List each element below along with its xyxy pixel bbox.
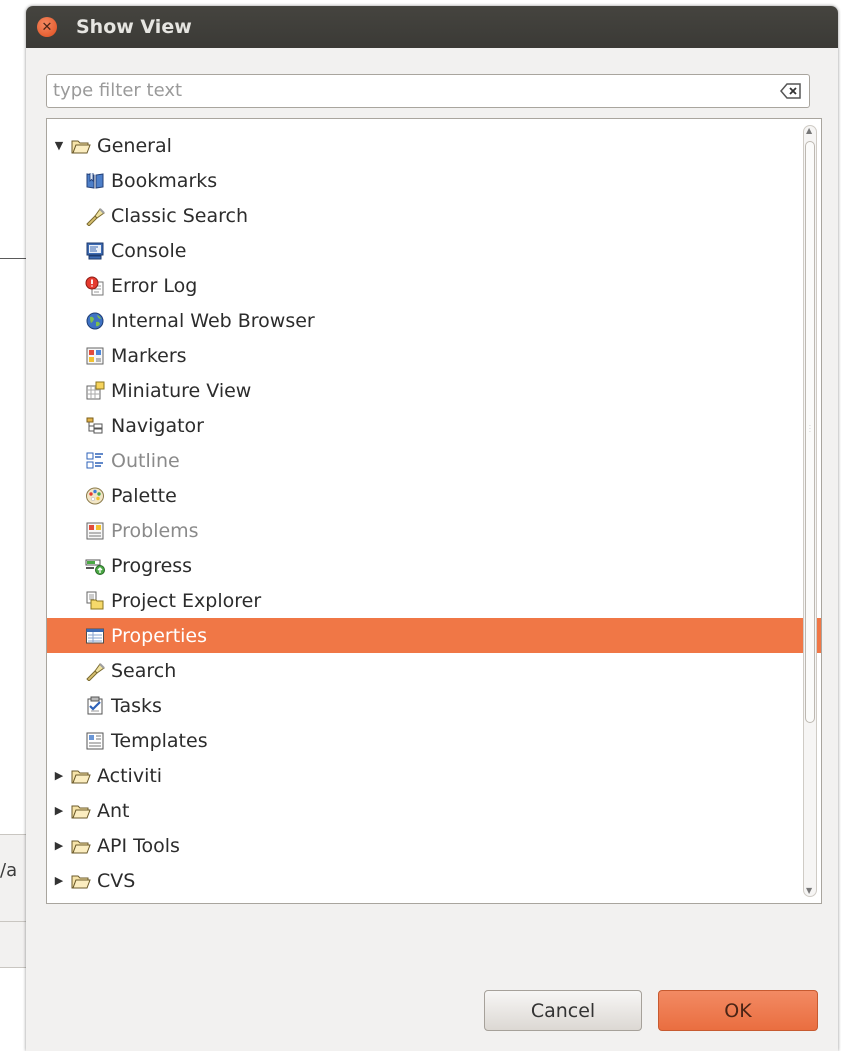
expanded-triangle-icon[interactable]: ▼	[53, 139, 65, 152]
ok-button[interactable]: OK	[658, 990, 818, 1031]
tree-item[interactable]: Internal Web Browser	[47, 303, 821, 338]
tree-item[interactable]: Miniature View	[47, 373, 821, 408]
tree-item[interactable]: Properties	[47, 618, 821, 653]
tree-item-label: Project Explorer	[111, 589, 262, 612]
templates-icon	[85, 731, 105, 751]
tree-scrollbar[interactable]: ▲ · · · ▼	[803, 125, 817, 897]
collapsed-triangle-icon[interactable]: ▶	[53, 874, 65, 887]
title-bar: ✕ Show View	[26, 6, 838, 48]
tree-item[interactable]: Error Log	[47, 268, 821, 303]
background-panel	[0, 834, 26, 968]
tree-item[interactable]: Problems	[47, 513, 821, 548]
tree-item-label: CVS	[97, 869, 136, 892]
tree-folder[interactable]: ▶ CVS	[47, 863, 801, 898]
tree-item[interactable]: Navigator	[47, 408, 821, 443]
tree-item-label: Problems	[111, 519, 199, 542]
tree-item-label: Properties	[111, 624, 208, 647]
outline-icon	[85, 451, 105, 471]
tree-folder[interactable]: ▼ General	[47, 128, 801, 163]
project-explorer-icon	[85, 591, 105, 611]
globe-icon	[85, 311, 105, 331]
folder-icon	[71, 871, 91, 891]
folder-icon	[71, 836, 91, 856]
tree-item-label: Templates	[111, 729, 208, 752]
problems-icon	[85, 521, 105, 541]
console-icon	[85, 241, 105, 261]
properties-icon	[85, 626, 105, 646]
tree-folder[interactable]: ▶ API Tools	[47, 828, 801, 863]
tree-item-label: Tasks	[111, 694, 162, 717]
collapsed-triangle-icon[interactable]: ▶	[53, 839, 65, 852]
progress-icon	[85, 556, 105, 576]
folder-icon	[71, 766, 91, 786]
clear-filter-icon[interactable]	[779, 82, 803, 100]
tree-item-label: Progress	[111, 554, 193, 577]
scroll-down-arrow-icon[interactable]: ▼	[806, 886, 812, 895]
close-icon: ✕	[41, 19, 53, 35]
tree-item-label: Console	[111, 239, 187, 262]
miniature-view-icon	[85, 381, 105, 401]
collapsed-triangle-icon[interactable]: ▶	[53, 804, 65, 817]
tree-item-label: Bookmarks	[111, 169, 218, 192]
scrollbar-thumb[interactable]: · · ·	[805, 141, 815, 723]
background-divider	[0, 258, 26, 259]
tree-item-label: Search	[111, 659, 177, 682]
folder-open-icon	[71, 136, 91, 156]
tree-item-label: Internal Web Browser	[111, 309, 315, 332]
tree-item-label: Palette	[111, 484, 177, 507]
markers-icon	[85, 346, 105, 366]
tree-item-label: Markers	[111, 344, 187, 367]
tree-item-label: Classic Search	[111, 204, 249, 227]
tree-item[interactable]: Tasks	[47, 688, 821, 723]
tree-item-label: API Tools	[97, 834, 180, 857]
tree-item-label: Miniature View	[111, 379, 252, 402]
tree-item[interactable]: Outline	[47, 443, 821, 478]
filter-input[interactable]	[47, 75, 753, 105]
tree-item[interactable]: Project Explorer	[47, 583, 821, 618]
tree-item-label: Outline	[111, 449, 180, 472]
tree-item[interactable]: Markers	[47, 338, 821, 373]
filter-field[interactable]	[46, 74, 810, 108]
navigator-icon	[85, 416, 105, 436]
cancel-button[interactable]: Cancel	[484, 990, 642, 1031]
tree-item[interactable]: Progress	[47, 548, 821, 583]
tree-item[interactable]: Templates	[47, 723, 821, 758]
error-log-icon	[85, 276, 105, 296]
tree-folder[interactable]: ▶ Ant	[47, 793, 801, 828]
close-window-button[interactable]: ✕	[37, 17, 57, 37]
tree-item[interactable]: Bookmarks	[47, 163, 821, 198]
view-tree[interactable]: ▼ General Bookmarks Classic Search Console Er…	[46, 118, 822, 904]
palette-icon	[85, 486, 105, 506]
background-text-fragment: /a	[0, 860, 18, 881]
tree-item[interactable]: Palette	[47, 478, 821, 513]
search-flashlight-icon	[85, 206, 105, 226]
tree-folder[interactable]: ▶ Activiti	[47, 758, 801, 793]
tree-item-label: Ant	[97, 799, 130, 822]
bookmarks-icon	[85, 171, 105, 191]
folder-icon	[71, 801, 91, 821]
tree-item[interactable]: Console	[47, 233, 821, 268]
background-panel-separator	[0, 921, 26, 922]
dialog-title: Show View	[76, 16, 192, 38]
scroll-up-arrow-icon[interactable]: ▲	[806, 126, 812, 135]
tree-item-label: Navigator	[111, 414, 204, 437]
search-flashlight-icon	[85, 661, 105, 681]
tasks-icon	[85, 696, 105, 716]
tree-item-label: Activiti	[97, 764, 163, 787]
show-view-dialog: ✕ Show View ▼ General Bookmarks Classic Sea…	[26, 6, 838, 1051]
tree-item[interactable]: Classic Search	[47, 198, 821, 233]
tree-item-label: General	[97, 134, 172, 157]
tree-item[interactable]: Search	[47, 653, 821, 688]
collapsed-triangle-icon[interactable]: ▶	[53, 769, 65, 782]
scrollbar-grip-icon: · · ·	[809, 423, 811, 436]
tree-item-label: Error Log	[111, 274, 198, 297]
